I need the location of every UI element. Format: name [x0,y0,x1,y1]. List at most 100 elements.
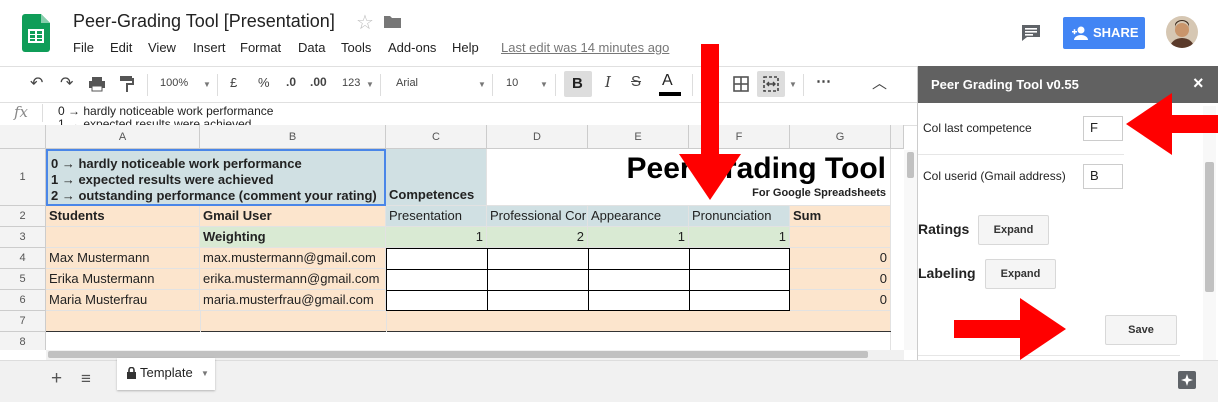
decrease-decimal-button[interactable]: .0 [286,75,296,89]
sheet-tab-template[interactable]: Template ▼ [117,358,215,390]
share-button[interactable]: SHARE [1063,17,1145,49]
student-email[interactable]: maria.musterfrau@gmail.com [200,290,386,311]
row-header-6[interactable]: 6 [0,290,46,311]
menu-data[interactable]: Data [298,40,325,55]
title-cell[interactable]: Peer-Grading Tool For Google Spreadsheet… [487,149,891,206]
font-size-select[interactable]: 10 [506,77,518,89]
column-header-b[interactable]: B [200,125,386,149]
italic-icon[interactable]: I [605,73,611,91]
competence-header[interactable]: Professional Cor [487,206,588,227]
undo-icon[interactable]: ↶ [30,73,43,93]
rating-matrix[interactable] [386,248,790,311]
vertical-scrollbar[interactable] [904,150,917,350]
sheets-logo-icon[interactable] [22,14,50,52]
strikethrough-icon[interactable]: S [631,73,641,90]
formula-bar[interactable]: fx 0 → hardly noticeable work performanc… [0,101,917,126]
row-header-8[interactable]: 8 [0,332,46,350]
labeling-expand-button[interactable]: Expand [985,259,1056,289]
borders-icon[interactable] [733,76,749,92]
chevron-down-icon[interactable]: ▼ [478,80,486,89]
menu-view[interactable]: View [148,40,176,55]
explore-icon[interactable] [1178,371,1196,389]
student-sum[interactable]: 0 [790,248,891,269]
chevron-down-icon[interactable]: ▼ [203,80,211,89]
font-select[interactable]: Arial [396,77,418,89]
star-icon[interactable]: ☆ [356,10,374,35]
empty-cell[interactable] [46,227,200,248]
paint-format-icon[interactable] [120,76,134,92]
fill-color-icon[interactable] [703,76,719,92]
competences-cell[interactable]: Competences [386,149,487,206]
percent-button[interactable]: % [258,75,270,90]
column-header-a[interactable]: A [46,125,200,149]
empty-cell[interactable] [790,227,891,248]
menu-addons[interactable]: Add-ons [388,40,436,55]
column-header-e[interactable]: E [588,125,689,149]
col-last-input[interactable]: F [1083,116,1123,141]
competence-header[interactable]: Presentation [386,206,487,227]
student-name[interactable]: Maria Musterfrau [46,290,200,311]
menu-format[interactable]: Format [240,40,281,55]
legend-cell[interactable]: 0 → hardly noticeable work performance 1… [46,149,386,206]
print-icon[interactable] [89,76,105,92]
column-header-d[interactable]: D [487,125,588,149]
merge-cells-button[interactable] [757,71,785,97]
weight-cell[interactable]: 1 [689,227,790,248]
chevron-down-icon[interactable]: ▼ [201,369,209,378]
row-header-3[interactable]: 3 [0,227,46,248]
row-header-1[interactable]: 1 [0,149,46,206]
bold-button[interactable]: B [564,71,592,97]
empty-row[interactable] [46,332,891,350]
student-email[interactable]: max.mustermann@gmail.com [200,248,386,269]
collapse-icon[interactable]: ︿ [872,72,887,93]
header-students[interactable]: Students [46,206,200,227]
comment-icon[interactable] [1021,24,1041,42]
row-header-5[interactable]: 5 [0,269,46,290]
student-name[interactable]: Erika Mustermann [46,269,200,290]
panel-scrollbar[interactable] [1203,106,1216,360]
chevron-down-icon[interactable]: ▼ [540,80,548,89]
currency-button[interactable]: £ [230,75,237,90]
col-userid-input[interactable]: B [1083,164,1123,189]
zoom-select[interactable]: 100% [160,77,188,89]
all-sheets-icon[interactable]: ≡ [81,369,91,389]
column-header-g[interactable]: G [790,125,891,149]
column-header-f[interactable]: F [689,125,790,149]
competence-header[interactable]: Pronunciation [689,206,790,227]
menu-insert[interactable]: Insert [193,40,226,55]
formula-text[interactable]: 0 → hardly noticeable work performance 1… [58,105,273,126]
menu-file[interactable]: File [73,40,94,55]
chevron-down-icon[interactable]: ▼ [789,80,797,89]
document-title[interactable]: Peer-Grading Tool [Presentation] [73,11,335,32]
text-color-button[interactable]: A [658,71,682,97]
student-sum[interactable]: 0 [790,290,891,311]
more-icon[interactable]: ⋯ [816,72,831,90]
more-formats-button[interactable]: 123 [342,77,360,89]
select-all-corner[interactable] [0,125,46,149]
student-sum[interactable]: 0 [790,269,891,290]
chevron-down-icon[interactable]: ▼ [366,80,374,89]
weight-cell[interactable]: 1 [588,227,689,248]
header-gmail[interactable]: Gmail User [200,206,386,227]
competence-header[interactable]: Appearance [588,206,689,227]
column-header-c[interactable]: C [386,125,487,149]
weight-cell[interactable]: 1 [386,227,487,248]
row-header-2[interactable]: 2 [0,206,46,227]
student-name[interactable]: Max Mustermann [46,248,200,269]
increase-decimal-button[interactable]: .00 [310,75,327,89]
add-sheet-icon[interactable]: + [51,368,62,390]
save-button[interactable]: Save [1105,315,1177,345]
ratings-expand-button[interactable]: Expand [978,215,1049,245]
menu-tools[interactable]: Tools [341,40,371,55]
menu-edit[interactable]: Edit [110,40,132,55]
close-icon[interactable]: × [1193,73,1204,94]
row-header-4[interactable]: 4 [0,248,46,269]
folder-icon[interactable] [384,15,401,28]
student-email[interactable]: erika.mustermann@gmail.com [200,269,386,290]
user-avatar[interactable] [1166,16,1198,48]
weighting-label[interactable]: Weighting [200,227,386,248]
row-header-7[interactable]: 7 [0,311,46,332]
header-sum[interactable]: Sum [790,206,891,227]
weight-cell[interactable]: 2 [487,227,588,248]
menu-help[interactable]: Help [452,40,479,55]
